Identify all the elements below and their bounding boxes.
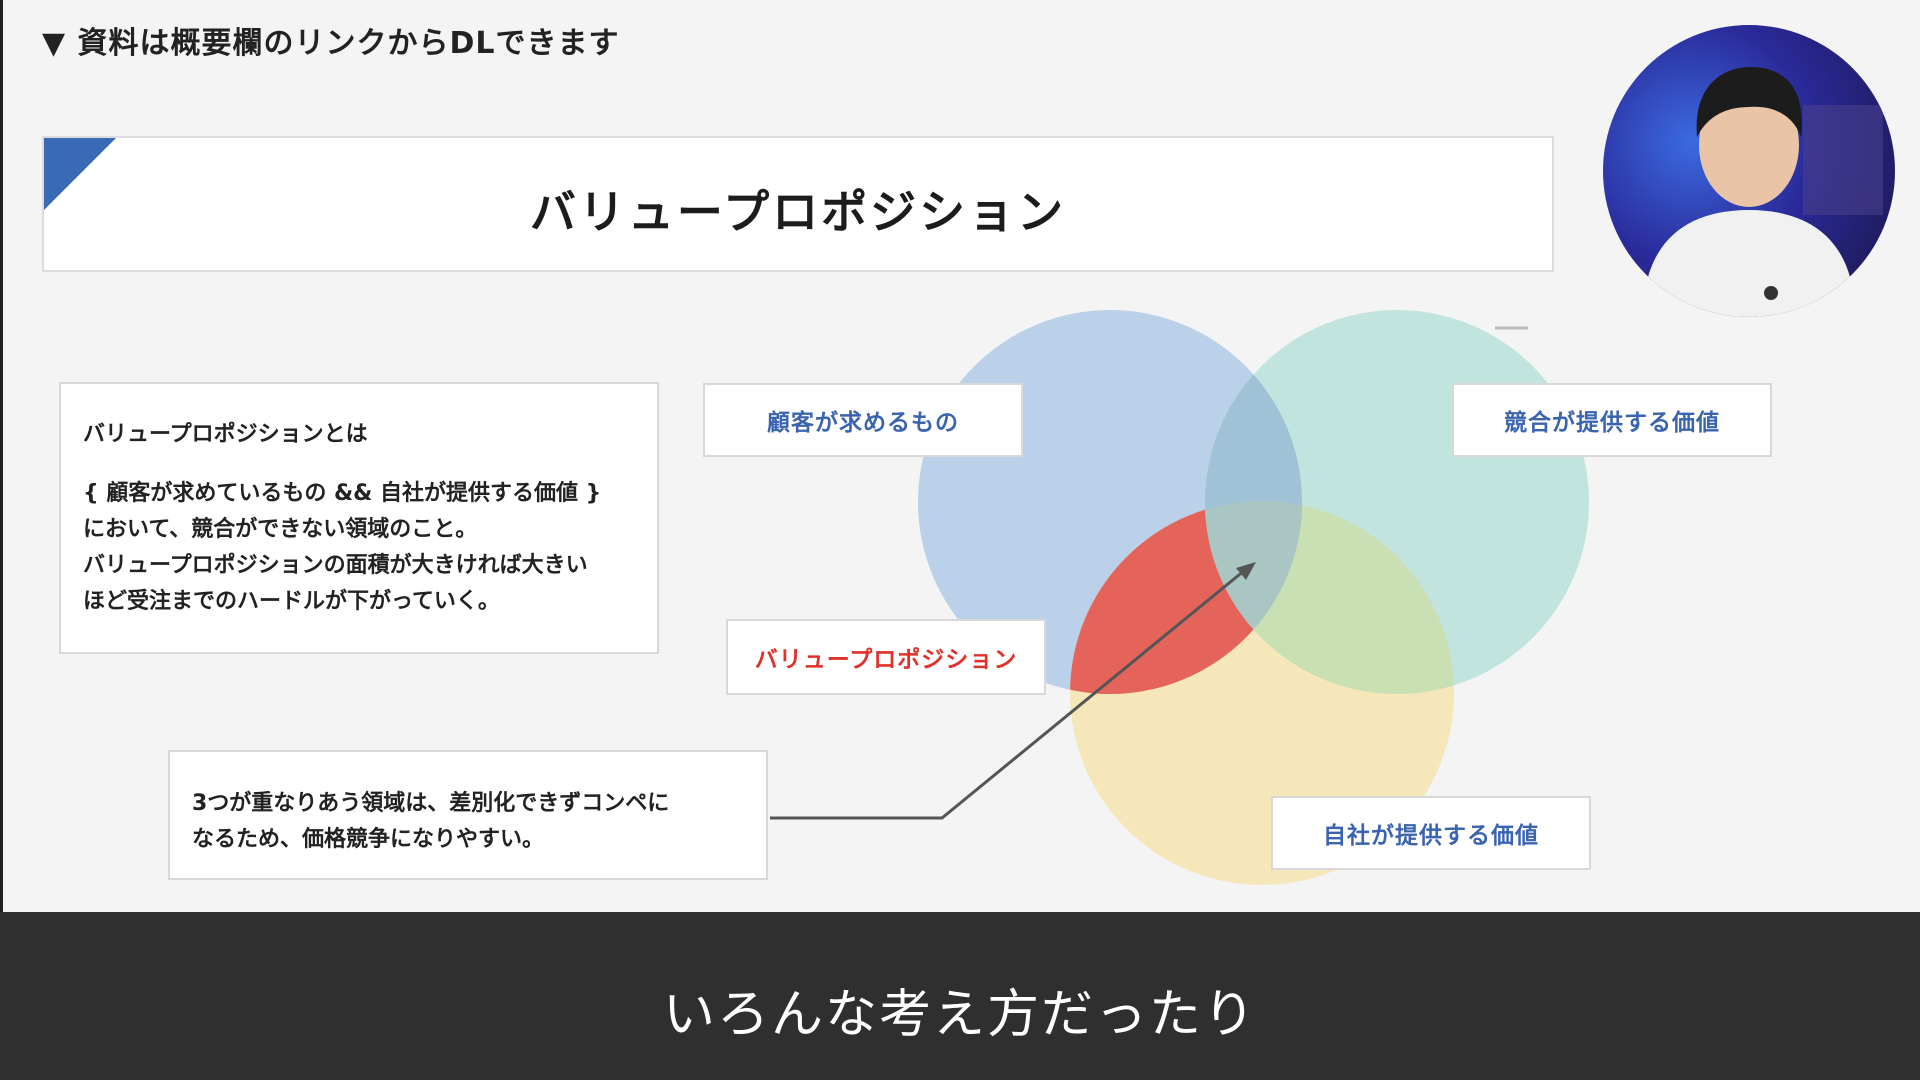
definition-box: バリュープロポジションとは { 顧客が求めているもの && 自社が提供する価値 … — [59, 382, 659, 654]
definition-line: バリュープロポジションの面積が大きければ大きい — [83, 553, 588, 578]
definition-line: ほど受注までのハードルが下がっていく。 — [83, 589, 500, 614]
definition-line: { 顧客が求めているもの && 自社が提供する価値 } — [83, 481, 602, 506]
note-line: 3つが重なりあう領域は、差別化できずコンペに — [192, 791, 670, 816]
customer-needs-label: 顧客が求めるもの — [703, 383, 1023, 457]
definition-line: において、競合ができない領域のこと。 — [83, 517, 478, 542]
competitor-value-label: 競合が提供する価値 — [1452, 383, 1772, 457]
note-line: なるため、価格競争になりやすい。 — [192, 827, 545, 852]
subtitle-text: いろんな考え方だったり — [662, 985, 1257, 1045]
definition-heading: バリュープロポジションとは — [83, 422, 368, 447]
overlap-note-box: 3つが重なりあう領域は、差別化できずコンペに なるため、価格競争になりやすい。 — [168, 750, 768, 880]
subtitle-bar: いろんな考え方だったり — [0, 912, 1920, 1080]
value-proposition-label: バリュープロポジション — [726, 619, 1046, 695]
own-value-label: 自社が提供する価値 — [1271, 796, 1591, 870]
